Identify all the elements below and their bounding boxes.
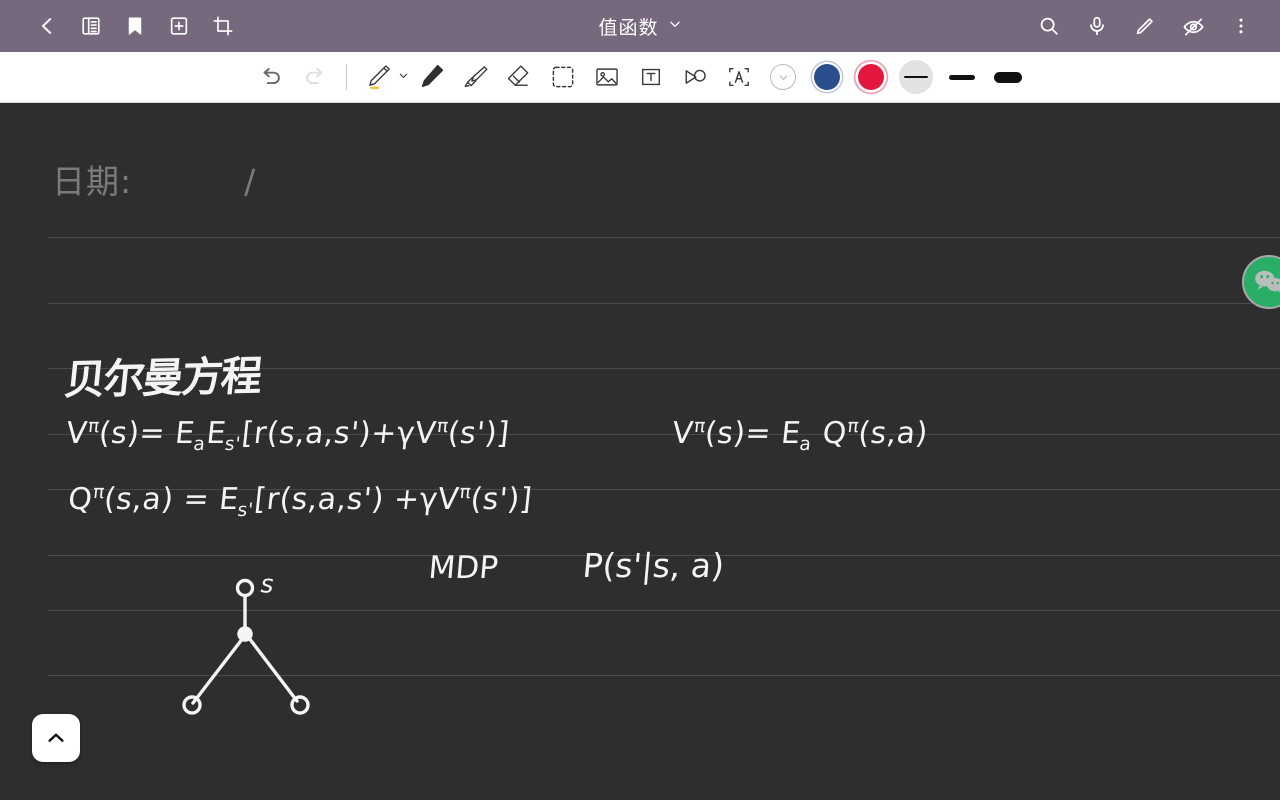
editing-toolbar — [0, 52, 1280, 103]
handwritten-equation-1: Vπ(s)= EaEs'[r(s,a,s')+γVπ(s')] — [64, 416, 512, 455]
color-swatch-more[interactable] — [761, 55, 805, 99]
shape-tool[interactable] — [673, 55, 717, 99]
date-separator: / — [244, 162, 256, 201]
rule-line — [48, 237, 1280, 238]
date-label: 日期: — [52, 162, 133, 201]
highlighter-tool[interactable] — [453, 55, 497, 99]
handwritten-equation-3: Qπ(s,a) = Es'[r(s,a,s') +γVπ(s')] — [66, 482, 534, 521]
handwriting-recognition-tool[interactable] — [717, 55, 761, 99]
handwritten-transition-label: P(s'|s, a) — [581, 546, 726, 585]
stroke-width-medium-line — [949, 74, 975, 80]
handwritten-backup-tree-diagram — [182, 578, 310, 715]
pen-tool[interactable] — [409, 55, 453, 99]
chevron-down-icon[interactable] — [668, 17, 682, 36]
handwritten-equation-2: Vπ(s)= Ea Qπ(s,a) — [670, 416, 930, 455]
color-swatch-navy-circle[interactable] — [814, 64, 840, 90]
stroke-width-thin-line — [904, 75, 928, 79]
back-icon[interactable] — [30, 9, 64, 43]
header-left-actions — [0, 9, 240, 43]
crop-icon[interactable] — [206, 9, 240, 43]
stroke-width-thick[interactable] — [985, 55, 1031, 99]
color-swatch-red-circle[interactable] — [858, 64, 884, 90]
eye-off-icon[interactable] — [1176, 9, 1210, 43]
redo-icon[interactable] — [293, 55, 337, 99]
undo-icon[interactable] — [249, 55, 293, 99]
document-title-button[interactable]: 值函数 — [598, 13, 681, 40]
more-vertical-icon[interactable] — [1224, 9, 1258, 43]
note-canvas[interactable]: 日期: / 贝尔曼方程 Vπ(s)= EaEs'[r(s,a,s')+γVπ(s… — [0, 103, 1280, 800]
lasso-select-tool[interactable] — [541, 55, 585, 99]
stroke-width-thin-selected[interactable] — [899, 60, 933, 94]
text-box-tool[interactable] — [629, 55, 673, 99]
color-swatch-navy[interactable] — [805, 55, 849, 99]
header-right-actions — [1032, 9, 1280, 43]
handwritten-mdp-label: MDP — [427, 550, 500, 586]
page-list-icon[interactable] — [74, 9, 108, 43]
stroke-width-thin[interactable] — [893, 55, 939, 99]
app-header: 值函数 — [0, 0, 1280, 52]
eraser-tool[interactable] — [497, 55, 541, 99]
color-swatch-red[interactable] — [849, 55, 893, 99]
page-title: 值函数 — [598, 16, 659, 39]
rule-line — [48, 303, 1280, 304]
insert-image-tool[interactable] — [585, 55, 629, 99]
edit-pen-icon[interactable] — [1128, 9, 1162, 43]
microphone-icon[interactable] — [1080, 9, 1114, 43]
color-swatch-more-circle[interactable] — [770, 64, 796, 90]
stroke-width-thick-line — [994, 71, 1022, 83]
stroke-width-medium[interactable] — [939, 55, 985, 99]
notebook-app: 值函数 日期: / 贝尔曼方程 Vπ(s)= EaEs'[r(s,a,s')+γ… — [0, 0, 1280, 800]
chevron-up-icon — [48, 733, 64, 742]
scroll-up-button[interactable] — [32, 714, 80, 762]
toolbar-divider — [346, 64, 347, 90]
search-icon[interactable] — [1032, 9, 1066, 43]
pencil-tool[interactable] — [356, 55, 409, 99]
date-field[interactable]: 日期: / — [52, 155, 255, 203]
pencil-icon[interactable] — [356, 55, 400, 99]
bookmark-icon[interactable] — [118, 9, 152, 43]
wechat-glyph-icon — [1255, 270, 1280, 293]
handwritten-note-title: 贝尔曼方程 — [62, 351, 263, 405]
add-page-icon[interactable] — [162, 9, 196, 43]
